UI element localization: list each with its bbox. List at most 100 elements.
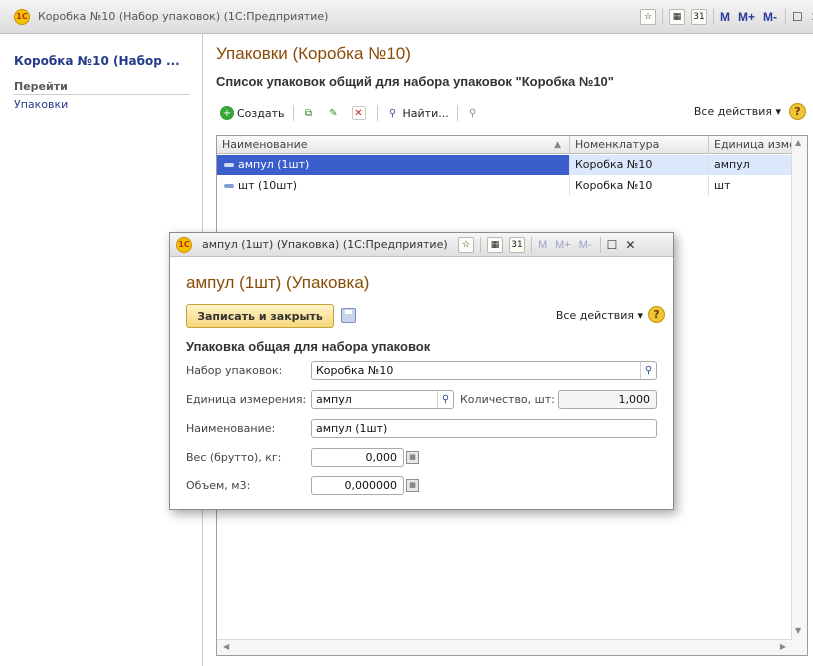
toolbar-separator (376, 105, 378, 121)
all-actions-menu[interactable]: Все действия ▾ (694, 105, 781, 118)
toolbar-separator (456, 105, 458, 121)
edit-button[interactable]: ✎ (323, 103, 348, 123)
column-header-nomenclature[interactable]: Номенклатура (570, 136, 709, 154)
package-set-value: Коробка №10 (316, 364, 394, 377)
dialog-heading: ампул (1шт) (Упаковка) (186, 273, 370, 292)
help-icon[interactable]: ? (789, 103, 806, 120)
unit-label: Единица измерения: (186, 393, 307, 406)
create-button[interactable]: + Создать (216, 103, 289, 123)
weight-label: Вес (брутто), кг: (186, 451, 282, 464)
dialog-titlebar-tools: ☆ ▦ 31 M M+ M- ☐ ✕ (458, 236, 643, 254)
delete-icon: ✕ (351, 106, 366, 120)
dialog-all-actions-menu[interactable]: Все действия ▾ (556, 309, 643, 322)
calculator-icon[interactable]: ▦ (487, 237, 503, 253)
close-icon[interactable]: ✕ (625, 238, 635, 252)
sort-ascending-icon: ▲ (554, 140, 561, 150)
save-icon[interactable] (341, 308, 356, 323)
table-header: Наименование ▲ Номенклатура Единица изме (217, 136, 807, 154)
main-window-titlebar: 1С Коробка №10 (Набор упаковок) (1С:Пред… (0, 0, 813, 34)
package-set-label: Набор упаковок: (186, 364, 283, 377)
copy-icon: ⧉ (304, 107, 313, 119)
toolbar-right: Все действия ▾ ? (694, 103, 806, 120)
scroll-right-icon[interactable]: ▶ (780, 642, 786, 651)
titlebar-separator (785, 9, 787, 25)
calculator-icon[interactable]: ▦ (669, 9, 685, 25)
search-icon[interactable]: ⚲ (640, 362, 656, 379)
save-and-close-button[interactable]: Записать и закрыть (186, 304, 334, 328)
table-cell-unit: ампул (709, 155, 792, 175)
pencil-icon: ✎ (329, 107, 338, 119)
memory-plus-button[interactable]: M+ (555, 239, 571, 251)
item-marker-icon (224, 184, 234, 188)
unit-value: ампул (316, 393, 352, 406)
horizontal-scrollbar[interactable]: ◀ ▶ (217, 639, 792, 655)
page-title: Упаковки (Коробка №10) (216, 44, 411, 63)
table-cell-nomenclature: Коробка №10 (570, 176, 709, 196)
table-cell-unit: шт (709, 176, 792, 196)
favorites-icon[interactable]: ☆ (640, 9, 656, 25)
quantity-field[interactable]: 1,000 (558, 390, 657, 409)
1c-logo-icon: 1С (14, 9, 30, 25)
search-icon[interactable]: ⚲ (437, 391, 453, 408)
item-marker-icon (224, 163, 234, 167)
titlebar-separator (662, 9, 663, 25)
name-field[interactable]: ампул (1шт) (311, 419, 657, 438)
list-toolbar: + Создать ⧉ ✎ ✕ ⚲ Найти... ⚲ Все действи… (216, 100, 806, 126)
maximize-icon[interactable]: ☐ (607, 238, 618, 252)
memory-minus-button[interactable]: M- (763, 10, 777, 24)
package-dialog: 1С ампул (1шт) (Упаковка) (1С:Предприяти… (169, 232, 674, 510)
volume-field[interactable]: 0,000000 (311, 476, 404, 495)
table-row[interactable]: ампул (1шт) Коробка №10 ампул (217, 155, 792, 175)
find-button-label: Найти... (402, 106, 449, 120)
scroll-left-icon[interactable]: ◀ (223, 642, 229, 651)
titlebar-separator (599, 237, 601, 253)
cancel-search-icon: ⚲ (469, 107, 477, 119)
column-header-name-label: Наименование (222, 138, 308, 151)
dialog-section-title: Упаковка общая для набора упаковок (186, 339, 431, 354)
row-name-text: ампул (1шт) (238, 158, 310, 171)
calendar-icon[interactable]: 31 (509, 237, 525, 253)
vertical-scrollbar[interactable]: ▲ ▼ (791, 136, 807, 655)
scroll-down-icon[interactable]: ▼ (795, 626, 801, 635)
column-header-name[interactable]: Наименование ▲ (217, 136, 570, 154)
calendar-icon[interactable]: 31 (691, 9, 707, 25)
unit-field[interactable]: ампул ⚲ (311, 390, 454, 409)
main-window-title: Коробка №10 (Набор упаковок) (1С:Предпри… (38, 10, 329, 23)
find-button[interactable]: ⚲ Найти... (382, 103, 453, 123)
memory-plus-button[interactable]: M+ (738, 10, 755, 24)
cancel-search-button[interactable]: ⚲ (462, 103, 487, 123)
quantity-label: Количество, шт: (460, 393, 555, 406)
1c-logo-icon: 1С (176, 237, 192, 253)
dialog-titlebar: 1С ампул (1шт) (Упаковка) (1С:Предприяти… (170, 233, 673, 257)
sidebar-goto-heading: Перейти (14, 80, 68, 93)
weight-field[interactable]: 0,000 (311, 448, 404, 467)
titlebar-separator (713, 9, 714, 25)
scroll-up-icon[interactable]: ▲ (795, 138, 801, 147)
sidebar-divider (14, 94, 190, 95)
dialog-window-title: ампул (1шт) (Упаковка) (1С:Предприятие) (202, 238, 448, 251)
titlebar-tools: ☆ ▦ 31 M M+ M- ☐ ✕ (640, 8, 813, 26)
calculator-icon[interactable]: ▦ (406, 479, 419, 492)
page-subtitle: Список упаковок общий для набора упаково… (216, 74, 614, 89)
volume-label: Объем, м3: (186, 479, 251, 492)
titlebar-separator (531, 237, 532, 253)
copy-button[interactable]: ⧉ (298, 103, 323, 123)
calculator-icon[interactable]: ▦ (406, 451, 419, 464)
maximize-icon[interactable]: ☐ (792, 10, 803, 24)
column-header-unit[interactable]: Единица изме (709, 136, 792, 154)
table-cell-name: шт (10шт) (217, 176, 570, 196)
table-cell-name: ампул (1шт) (217, 155, 570, 175)
help-icon[interactable]: ? (648, 306, 665, 323)
toolbar-separator (292, 105, 294, 121)
titlebar-separator (480, 237, 481, 253)
memory-m-button[interactable]: M (538, 239, 547, 251)
sidebar-item-packages[interactable]: Упаковки (14, 98, 68, 111)
table-cell-nomenclature: Коробка №10 (570, 155, 709, 175)
search-icon: ⚲ (388, 107, 397, 119)
table-row[interactable]: шт (10шт) Коробка №10 шт (217, 176, 792, 196)
package-set-field[interactable]: Коробка №10 ⚲ (311, 361, 657, 380)
favorites-icon[interactable]: ☆ (458, 237, 474, 253)
delete-button[interactable]: ✕ (348, 103, 373, 123)
memory-minus-button[interactable]: M- (579, 239, 592, 251)
memory-m-button[interactable]: M (720, 10, 730, 24)
